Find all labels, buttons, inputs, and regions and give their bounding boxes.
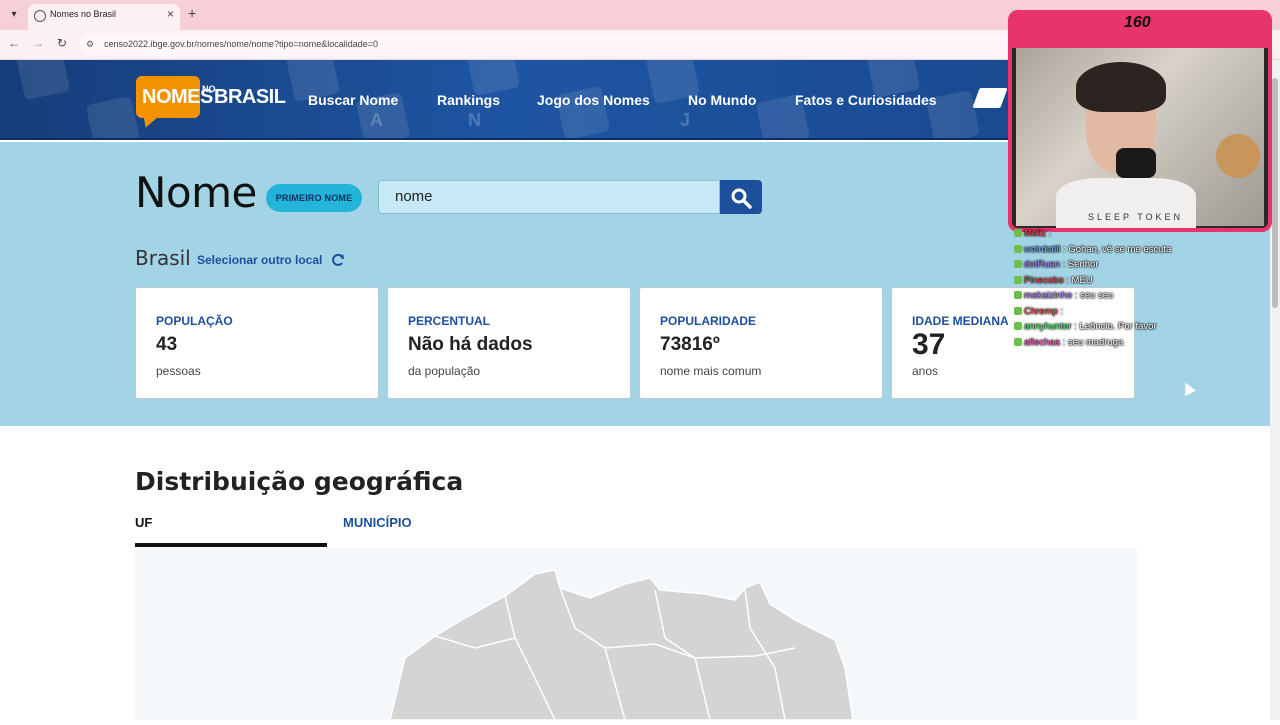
chat-message: dotRuan : Senhor (1014, 259, 1254, 275)
brazil-map[interactable] (135, 548, 1137, 721)
tab-title: Nomes no Brasil (50, 9, 117, 19)
chat-badge-icon (1014, 291, 1022, 300)
chat-username: Pinecobo (1024, 274, 1064, 286)
chat-text: MEU (1071, 274, 1093, 286)
microphone-icon (1116, 148, 1156, 178)
select-location-link[interactable]: Selecionar outro local (197, 253, 322, 267)
site-info-icon[interactable]: ⚙ (86, 39, 98, 51)
name-type-pill[interactable]: PRIMEIRO NOME (266, 184, 362, 212)
overlay-counter: 160 (1124, 14, 1151, 31)
nav-rankings[interactable]: Rankings (437, 92, 500, 108)
active-tab-indicator (135, 543, 327, 547)
chat-message: makaizinho : seu seu (1014, 290, 1254, 306)
chat-badge-icon (1014, 229, 1022, 238)
tab-uf[interactable]: UF (135, 515, 152, 530)
chat-message: Pinecobo : MEU (1014, 275, 1254, 291)
webcam-feed: SLEEP TOKEN (1016, 48, 1264, 228)
close-tab-icon[interactable]: × (167, 7, 174, 21)
chat-badge-icon (1014, 337, 1022, 346)
shirt-print: SLEEP TOKEN (1088, 212, 1184, 222)
card-popularidade: POPULARIDADE 73816º nome mais comum (639, 287, 883, 399)
nav-no-mundo[interactable]: No Mundo (688, 92, 756, 108)
chat-badge-icon (1014, 244, 1022, 253)
map-shape (389, 569, 854, 721)
ibge-logo[interactable] (972, 88, 1008, 108)
chat-badge-icon (1014, 275, 1022, 284)
chat-message: Meliz : (1014, 228, 1254, 244)
reload-icon[interactable]: ↻ (54, 36, 70, 50)
stream-chat: Meliz : weirdstill : Gohan, vê se me esc… (1014, 228, 1254, 352)
chat-message: Chremp : (1014, 306, 1254, 322)
chat-badge-icon (1014, 322, 1022, 331)
globe-icon (34, 10, 46, 22)
chat-username: weirdstill (1024, 243, 1061, 255)
new-tab-icon[interactable]: + (188, 5, 196, 21)
url-field[interactable]: ⚙ censo2022.ibge.gov.br/nomes/nome/nome?… (80, 34, 1080, 56)
chat-message: weirdstill : Gohan, vê se me escuta (1014, 244, 1254, 260)
chat-text: seu seu (1079, 290, 1114, 301)
chat-text: seu madruga (1067, 336, 1124, 348)
chat-text: Leôncio. Por favor (1079, 321, 1157, 332)
page-title: Nome (135, 168, 257, 217)
chat-message: aflechaa : seu madruga (1014, 337, 1254, 353)
chat-username: aflechaa (1024, 336, 1060, 348)
chat-username: makaizinho (1024, 290, 1073, 301)
overlay-header: 160 (1012, 14, 1268, 48)
webcam-overlay: 160 SLEEP TOKEN (1008, 10, 1272, 232)
chat-username: Chremp (1024, 305, 1058, 317)
search-icon (731, 188, 752, 209)
current-location: Brasil (135, 246, 191, 270)
chat-badge-icon (1014, 306, 1022, 315)
search-button[interactable] (720, 180, 762, 214)
chat-text: Gohan, vê se me escuta (1068, 243, 1172, 255)
nav-fatos-e-curiosidades[interactable]: Fatos e Curiosidades (795, 92, 937, 108)
cookie-plush-icon (1216, 134, 1260, 178)
search-input[interactable]: nome (378, 180, 720, 214)
chat-username: Meliz (1024, 228, 1047, 239)
tab-municipio[interactable]: MUNICÍPIO (343, 515, 412, 530)
refresh-icon[interactable] (330, 252, 346, 268)
distribution-title: Distribuição geográfica (135, 467, 464, 496)
nav-jogo-dos-nomes[interactable]: Jogo dos Nomes (537, 92, 650, 108)
nav-buscar-nome[interactable]: Buscar Nome (308, 92, 398, 108)
tab-list-chevron-icon[interactable]: ▾ (6, 7, 22, 23)
chat-username: dotRuan (1024, 259, 1060, 270)
card-populacao: POPULAÇÃO 43 pessoas (135, 287, 379, 399)
card-percentual: PERCENTUAL Não há dados da população (387, 287, 631, 399)
chat-message: annyhunter : Leôncio. Por favor (1014, 321, 1254, 337)
back-icon[interactable]: ← (6, 36, 22, 50)
chat-badge-icon (1014, 260, 1022, 269)
url-text: censo2022.ibge.gov.br/nomes/nome/nome?ti… (104, 39, 379, 49)
forward-icon[interactable]: → (30, 36, 46, 50)
scrollbar-thumb[interactable] (1272, 78, 1278, 308)
browser-tab[interactable]: Nomes no Brasil × (28, 4, 180, 30)
chat-username: annyhunter (1024, 321, 1072, 332)
chat-text: Senhor (1067, 259, 1099, 270)
